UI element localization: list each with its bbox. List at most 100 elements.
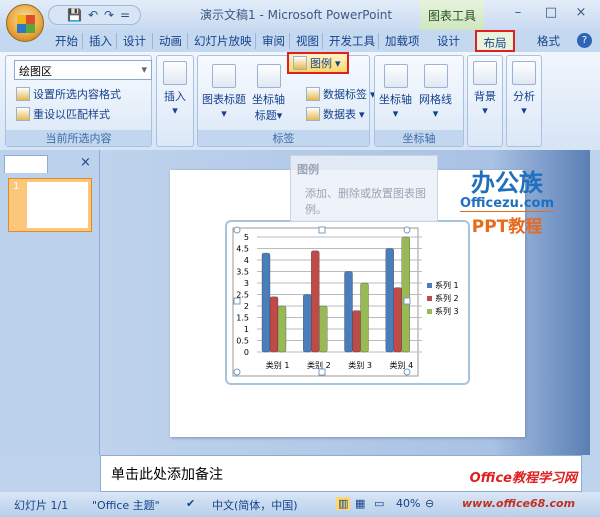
bar-2-4[interactable] [393, 287, 402, 353]
analysis-button[interactable]: 分析 ▾ [512, 61, 536, 117]
background-icon [473, 61, 497, 85]
status-bar: 幻灯片 1/1 "Office 主题" ✔ 中文(简体，中国) ▥ ▦ ▭ 40… [0, 492, 600, 517]
axis-titles-button[interactable]: 坐标轴 标题▾ [252, 64, 285, 123]
tab-slideshow[interactable]: 幻灯片放映 [187, 33, 252, 49]
resize-handle[interactable] [403, 368, 411, 376]
ribbon: 绘图区 ▾ 设置所选内容格式 重设以匹配样式 当前所选内容 插入 ▾ 图表标题 ▾ 坐… [0, 52, 600, 150]
tab-view[interactable]: 视图 [289, 33, 319, 49]
spellcheck-icon[interactable]: ✔ [186, 497, 195, 510]
tab-insert[interactable]: 插入 [82, 33, 112, 49]
bar-3-2[interactable] [319, 305, 328, 353]
slide-number: 1 [13, 181, 20, 192]
quick-access-toolbar: 💾 ↶ ↷ = [48, 5, 142, 25]
data-labels-button[interactable]: 数据标签 ▾ [306, 86, 376, 102]
tab-home[interactable]: 开始 [55, 33, 78, 49]
reset-style-button[interactable]: 重设以匹配样式 [16, 106, 110, 122]
legend-entry[interactable]: 系列 3 [435, 306, 459, 316]
redo-icon[interactable]: ↷ [104, 8, 114, 22]
maximize-button[interactable]: □ [538, 5, 564, 20]
office-button[interactable] [6, 4, 44, 42]
y-tick-label: 0 [244, 348, 249, 357]
zoom-out-button[interactable]: ⊖ [425, 497, 434, 510]
resize-handle[interactable] [233, 368, 241, 376]
resize-handle[interactable] [233, 297, 241, 305]
bar-1-1[interactable] [261, 252, 271, 353]
bar-3-3[interactable] [360, 282, 369, 353]
tooltip-body: 添加、删除或放置图表图例。 [305, 187, 426, 216]
legend-button[interactable]: 图例 ▾ [287, 52, 349, 74]
watermark-site: Officezu.com [460, 196, 555, 211]
chart-title-icon [212, 64, 236, 88]
bar-2-1[interactable] [269, 296, 279, 353]
slides-tab[interactable] [4, 155, 48, 173]
tab-animation[interactable]: 动画 [152, 33, 182, 49]
chart-element-select[interactable]: 绘图区 ▾ [14, 60, 152, 80]
legend-swatch [427, 283, 432, 288]
tooltip-title: 图例 [297, 163, 319, 176]
bar-2-2[interactable] [311, 250, 320, 353]
help-icon[interactable]: ? [577, 33, 592, 48]
tab-chart-design[interactable]: 设计 [437, 33, 460, 49]
group-insert: 插入 ▾ [156, 55, 194, 147]
window-title: 演示文稿1 - Microsoft PowerPoint [200, 8, 393, 22]
group-analysis: 分析 ▾ [506, 55, 542, 147]
bar-3-1[interactable] [277, 305, 287, 353]
customize-qat-icon[interactable]: = [120, 8, 130, 22]
footer-watermark-site: www.office68.com [462, 497, 576, 510]
resize-handle[interactable] [318, 226, 326, 234]
gridlines-icon [423, 64, 448, 88]
save-icon[interactable]: 💾 [67, 8, 82, 22]
legend-entry[interactable]: 系列 1 [435, 280, 459, 290]
slideshow-button[interactable]: ▭ [374, 497, 384, 510]
insert-icon [163, 61, 187, 85]
bar-1-4[interactable] [385, 248, 394, 353]
tab-addins[interactable]: 加载项 [378, 33, 420, 49]
x-tick-label: 类别 4 [390, 360, 414, 370]
chart-title-button[interactable]: 图表标题 ▾ [202, 64, 246, 120]
office-logo-icon [17, 15, 35, 33]
tab-chart-format[interactable]: 格式 [537, 33, 560, 49]
resize-handle[interactable] [233, 226, 241, 234]
gridlines-button[interactable]: 网格线 ▾ [419, 64, 452, 120]
bar-2-3[interactable] [352, 310, 361, 353]
bar-1-2[interactable] [303, 294, 312, 353]
axes-button[interactable]: 坐标轴 ▾ [379, 64, 412, 120]
ribbon-tabs: 开始 插入 设计 动画 幻灯片放映 审阅 视图 开发工具 加载项 设计 布局 格… [0, 30, 600, 52]
slide-indicator: 幻灯片 1/1 [14, 499, 69, 512]
notes-pane[interactable]: 单击此处添加备注 Office教程学习网 [100, 455, 582, 492]
axes-icon [383, 64, 408, 88]
close-panel-icon[interactable]: × [80, 155, 91, 170]
resize-handle[interactable] [318, 368, 326, 376]
chart-object[interactable]: 0 0.5 1 1.5 2 2.5 3 3.5 4 4.5 5 类别 1 类别 2 类别 3 类别 4 系列 … [225, 220, 470, 385]
format-selection-button[interactable]: 设置所选内容格式 [16, 86, 121, 102]
minimize-button[interactable]: – [505, 5, 531, 20]
y-tick-label: 1.5 [236, 314, 249, 323]
tab-developer[interactable]: 开发工具 [322, 33, 375, 49]
footer-watermark-brand: Office教程学习网 [469, 471, 577, 486]
resize-handle[interactable] [403, 226, 411, 234]
data-table-button[interactable]: 数据表 ▾ [306, 106, 365, 122]
slide-thumbnail[interactable]: 1 [8, 178, 92, 232]
tab-chart-layout[interactable]: 布局 [475, 30, 515, 52]
format-icon [16, 87, 30, 101]
bar-3-4[interactable] [401, 236, 410, 353]
resize-handle[interactable] [403, 297, 411, 305]
background-button[interactable]: 背景 ▾ [473, 61, 497, 117]
group-axes: 坐标轴 ▾ 网格线 ▾ 坐标轴 [374, 55, 464, 147]
tab-design[interactable]: 设计 [116, 33, 146, 49]
x-tick-label: 类别 3 [348, 360, 372, 370]
language-indicator[interactable]: 中文(简体，中国) [212, 497, 298, 513]
close-button[interactable]: × [568, 5, 594, 20]
insert-button[interactable]: 插入 ▾ [163, 61, 187, 117]
zoom-level[interactable]: 40% [396, 497, 420, 510]
slide-sorter-button[interactable]: ▦ [355, 497, 365, 510]
watermark-logo: 办公族 Officezu.com PPT教程 [460, 170, 555, 237]
y-tick-label: 4.5 [236, 245, 249, 254]
y-tick-label: 4 [244, 256, 249, 265]
tab-review[interactable]: 审阅 [255, 33, 285, 49]
legend-tooltip: 图例 添加、删除或放置图表图例。 [290, 155, 438, 222]
normal-view-button[interactable]: ▥ [336, 497, 351, 510]
bar-1-3[interactable] [344, 271, 353, 353]
legend-entry[interactable]: 系列 2 [435, 293, 459, 303]
undo-icon[interactable]: ↶ [88, 8, 98, 22]
